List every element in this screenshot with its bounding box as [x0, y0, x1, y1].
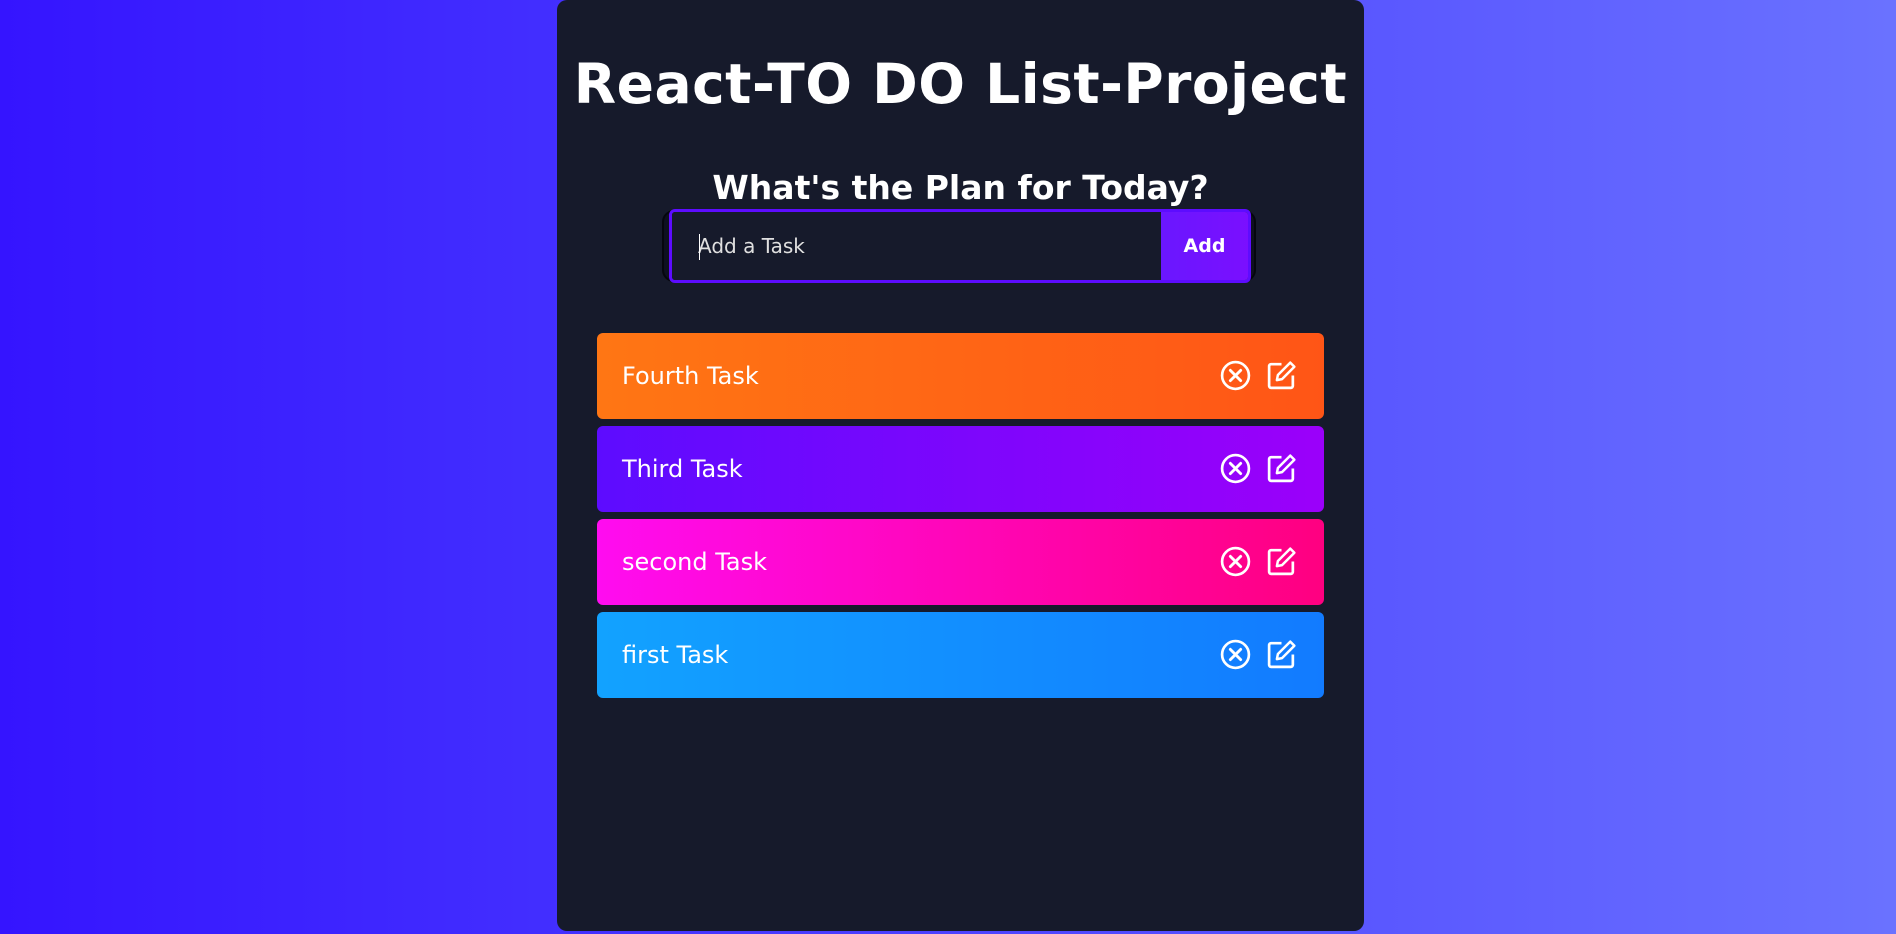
page-title: React-TO DO List-Project [573, 52, 1348, 116]
close-circle-icon[interactable] [1219, 545, 1252, 578]
edit-icon[interactable] [1265, 359, 1298, 392]
task-actions [1219, 545, 1298, 578]
task-item: Fourth Task [597, 333, 1324, 419]
edit-icon[interactable] [1265, 452, 1298, 485]
close-circle-icon[interactable] [1219, 638, 1252, 671]
task-item: Third Task [597, 426, 1324, 512]
text-caret [699, 234, 700, 260]
task-form: Add [669, 209, 1251, 283]
task-input[interactable] [672, 212, 1161, 280]
add-task-button[interactable]: Add [1161, 212, 1248, 280]
close-circle-icon[interactable] [1219, 452, 1252, 485]
task-actions [1219, 638, 1298, 671]
task-text[interactable]: second Task [622, 548, 767, 576]
task-text[interactable]: Fourth Task [622, 362, 759, 390]
task-item: second Task [597, 519, 1324, 605]
task-actions [1219, 452, 1298, 485]
edit-icon[interactable] [1265, 638, 1298, 671]
task-text[interactable]: Third Task [622, 455, 743, 483]
todo-app-panel: React-TO DO List-Project What's the Plan… [557, 0, 1364, 931]
edit-icon[interactable] [1265, 545, 1298, 578]
task-actions [1219, 359, 1298, 392]
close-circle-icon[interactable] [1219, 359, 1252, 392]
page-subtitle: What's the Plan for Today? [712, 168, 1209, 207]
task-text[interactable]: first Task [622, 641, 728, 669]
task-item: first Task [597, 612, 1324, 698]
task-list: Fourth Task Third Task second Task first… [597, 333, 1324, 705]
